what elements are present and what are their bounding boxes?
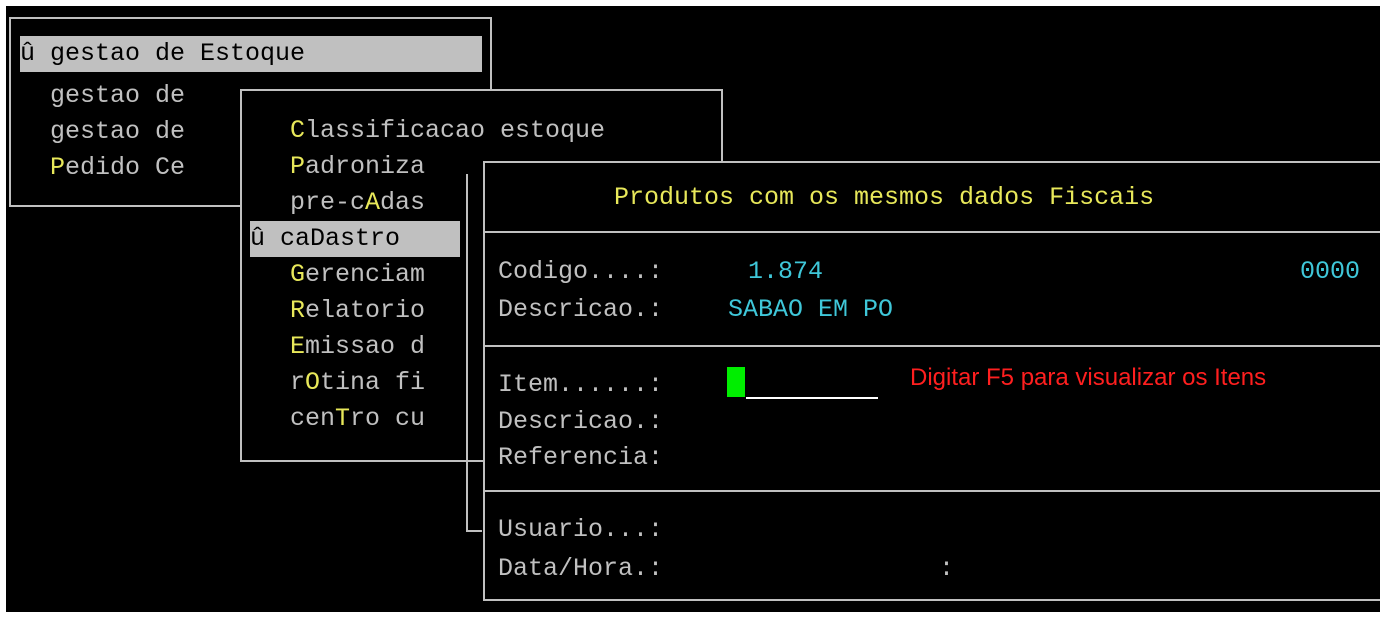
menu2-item-relatorio[interactable]: Relatorio (290, 293, 425, 329)
hotkey-letter: P (50, 153, 66, 182)
menu1-item-gestao-2[interactable]: gestao de (20, 114, 185, 150)
item-input[interactable] (746, 367, 878, 397)
menu2-item-padroniza[interactable]: Padroniza (290, 149, 425, 185)
dialog-divider-2 (483, 345, 1380, 347)
menu1-item-pedido[interactable]: Pedido Ce (20, 150, 185, 186)
panel3-border (466, 174, 468, 532)
codigo-extra-value: 0000 (1300, 257, 1361, 286)
codigo-label: Codigo....: (498, 257, 664, 286)
datahora-separator: : (939, 554, 955, 583)
codigo-value: 1.874 (748, 257, 824, 286)
referencia-label: Referencia: (498, 443, 664, 472)
usuario-label: Usuario...: (498, 515, 664, 544)
menu1-item-label: gestao de Estoque (50, 39, 306, 68)
menu2-item-centro[interactable]: cenTro cu (290, 401, 425, 437)
terminal-screen: û gestao de Estoque gestao de gestao de … (6, 6, 1380, 612)
dialog-title: Produtos com os mesmos dados Fiscais (614, 183, 1155, 212)
f5-hint-text: Digitar F5 para visualizar os Itens (910, 364, 1267, 391)
descricao2-label: Descricao.: (498, 407, 664, 436)
menu2-item-emissao[interactable]: Emissao d (290, 329, 425, 365)
menu2-item-rotina[interactable]: rOtina fi (290, 365, 425, 401)
dialog-divider-1 (483, 231, 1380, 233)
panel3-bottom-corner (466, 530, 482, 532)
item-label: Item......: (498, 370, 664, 399)
descricao-value: SABAO EM PO (728, 295, 894, 324)
dialog-divider-3 (483, 490, 1380, 492)
menu2-item-pre-cadastro[interactable]: pre-cAdas (290, 185, 425, 221)
menu2-selected-marker: û (250, 224, 281, 253)
text-cursor (727, 367, 745, 397)
descricao-label: Descricao.: (498, 295, 664, 324)
menu2-item-gerenciam[interactable]: Gerenciam (290, 257, 425, 293)
menu2-item-classificacao[interactable]: Classificacao estoque (290, 113, 605, 149)
datahora-label: Data/Hora.: (498, 554, 664, 583)
item-input-underline (746, 397, 878, 399)
menu1-selected-marker: û (20, 39, 51, 68)
menu2-item-cadastro[interactable]: û caDastro (250, 221, 460, 257)
menu1-item-gestao-1[interactable]: gestao de (20, 78, 185, 114)
menu1-item-estoque[interactable]: û gestao de Estoque (20, 36, 482, 72)
